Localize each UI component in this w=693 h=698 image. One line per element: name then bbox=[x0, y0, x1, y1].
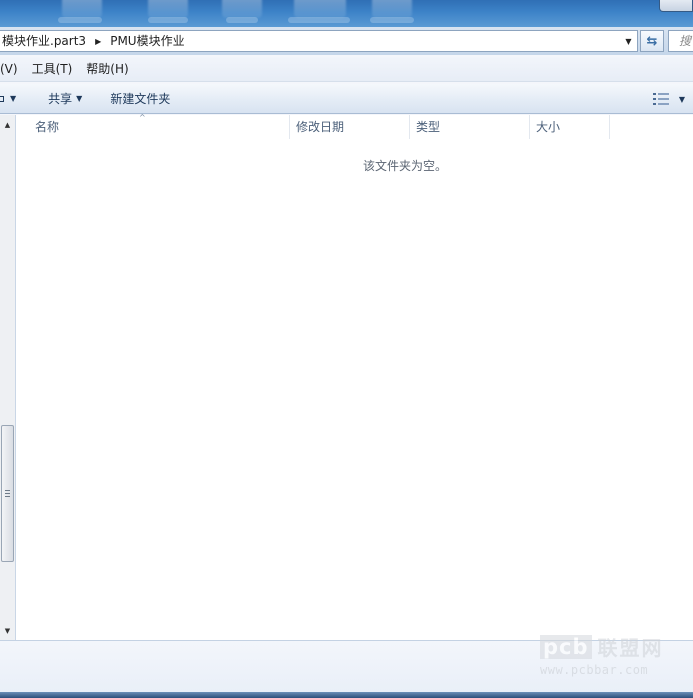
change-view-button[interactable]: ▼ bbox=[652, 90, 685, 108]
breadcrumb-arrow-icon[interactable]: ▶ bbox=[90, 37, 106, 46]
desktop-icon-ghost bbox=[294, 0, 346, 18]
view-details-icon bbox=[652, 93, 669, 105]
menu-tools[interactable]: 工具(T) bbox=[25, 58, 80, 80]
navigation-scrollbar[interactable]: ▲ ▼ bbox=[0, 115, 16, 641]
command-toolbar: ▼ 共享 ▼ 新建文件夹 ▼ bbox=[0, 84, 693, 114]
desktop-icon-ghost bbox=[222, 0, 262, 18]
column-header-name[interactable]: ^ 名称 bbox=[17, 113, 290, 139]
desktop-icon-ghost-label bbox=[370, 17, 414, 23]
window-close-button[interactable] bbox=[659, 0, 693, 12]
address-row: 模块作业.part3 ▶ PMU模块作业 ▼ ⇆ 搜 bbox=[0, 27, 693, 55]
share-label: 共享 bbox=[48, 91, 73, 106]
organize-icon bbox=[0, 95, 4, 102]
menu-help[interactable]: 帮助(H) bbox=[79, 58, 135, 80]
scroll-up-icon[interactable]: ▲ bbox=[0, 117, 15, 133]
grip-icon bbox=[5, 490, 10, 497]
share-button[interactable]: 共享 ▼ bbox=[42, 88, 88, 110]
desktop-icon-ghost-label bbox=[288, 17, 350, 23]
watermark-url: www.pcbbar.com bbox=[540, 663, 649, 677]
refresh-button[interactable]: ⇆ bbox=[640, 30, 664, 52]
chevron-down-icon: ▼ bbox=[10, 93, 17, 103]
empty-folder-message: 该文件夹为空。 bbox=[362, 159, 447, 173]
column-header-type[interactable]: 类型 bbox=[410, 115, 530, 139]
window-bottom-border bbox=[0, 692, 693, 698]
search-input[interactable]: 搜 bbox=[668, 30, 693, 52]
address-dropdown-icon[interactable]: ▼ bbox=[620, 31, 637, 51]
column-header-size[interactable]: 大小 bbox=[530, 115, 610, 139]
file-list-pane[interactable]: ▲ ▼ ^ 名称 修改日期 类型 大小 该文件夹为空。 bbox=[0, 113, 693, 641]
chevron-down-icon: ▼ bbox=[76, 93, 83, 103]
desktop-icon-ghost bbox=[62, 0, 102, 18]
watermark: pcb 联盟网 www.pcbbar.com bbox=[540, 632, 690, 682]
breadcrumb-item[interactable]: 模块作业.part3 bbox=[0, 31, 90, 51]
menu-view[interactable]: (V) bbox=[0, 58, 25, 80]
refresh-icon: ⇆ bbox=[646, 33, 658, 49]
breadcrumb-item[interactable]: PMU模块作业 bbox=[106, 31, 188, 51]
address-bar[interactable]: 模块作业.part3 ▶ PMU模块作业 ▼ bbox=[0, 30, 638, 52]
column-name-label: 名称 bbox=[35, 120, 60, 134]
organize-button[interactable]: ▼ bbox=[0, 88, 22, 110]
desktop-icon-ghost-label bbox=[148, 17, 188, 23]
scroll-down-icon[interactable]: ▼ bbox=[0, 623, 15, 639]
window-title-bar bbox=[0, 0, 693, 27]
desktop-icon-ghost-label bbox=[58, 17, 102, 23]
watermark-logo: pcb 联盟网 bbox=[540, 632, 690, 661]
sort-ascending-icon: ^ bbox=[139, 113, 146, 122]
chevron-down-icon: ▼ bbox=[678, 94, 685, 104]
desktop-icon-ghost-label bbox=[226, 17, 258, 23]
scrollbar-thumb[interactable] bbox=[1, 425, 14, 562]
column-header-date[interactable]: 修改日期 bbox=[290, 115, 410, 139]
desktop-icon-ghost bbox=[372, 0, 412, 18]
column-header-row: ^ 名称 修改日期 类型 大小 bbox=[17, 113, 693, 139]
menu-bar: (V) 工具(T) 帮助(H) bbox=[0, 57, 693, 82]
watermark-name: 联盟网 bbox=[597, 636, 664, 660]
desktop-icon-ghost bbox=[148, 0, 188, 18]
watermark-mark: pcb bbox=[540, 634, 592, 659]
